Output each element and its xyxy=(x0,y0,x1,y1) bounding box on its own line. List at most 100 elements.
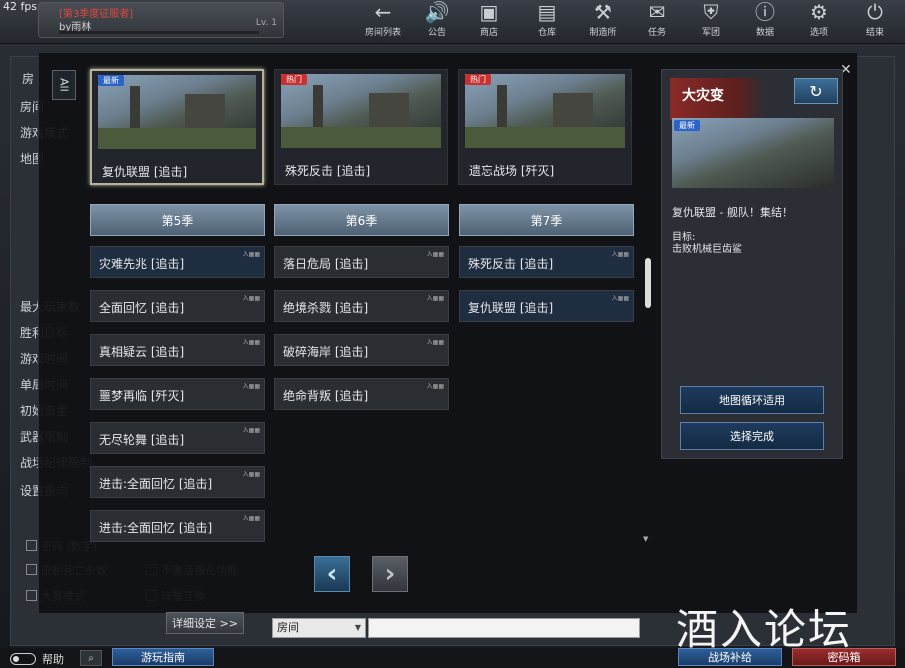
help-label: 帮助 xyxy=(42,653,64,666)
room-search-input[interactable] xyxy=(368,618,640,638)
help-toggle[interactable] xyxy=(10,653,36,665)
tab-all[interactable]: All xyxy=(52,70,76,100)
chevron-down-icon: ▼ xyxy=(354,623,361,632)
season-tab[interactable]: 第6季 xyxy=(274,204,449,236)
nav-item-5[interactable]: ✉ 任务 xyxy=(634,0,680,44)
room-type-select[interactable]: 房间 ▼ xyxy=(272,618,366,638)
fps-counter: 42 fps xyxy=(3,0,38,13)
chevron-right-icon: › xyxy=(384,559,396,589)
map-list-item[interactable]: 落日危局 [追击] 入▦▦ xyxy=(274,246,449,278)
nav-label: 选项 xyxy=(809,28,828,38)
map-list-item[interactable]: 绝命背叛 [追击] 入▦▦ xyxy=(274,378,449,410)
map-list-item-name: 进击:全面回忆 [追击] xyxy=(99,477,213,491)
goal-value: 击败机械巨齿鲨 xyxy=(672,244,742,255)
room-type-value: 房间 xyxy=(277,621,299,634)
map-preview-image: 最新 xyxy=(672,118,834,188)
featured-map-card[interactable]: 热门 遗忘战场 [歼灭] xyxy=(458,69,632,185)
player-count-badge: 入▦▦ xyxy=(426,383,444,390)
guide-button[interactable]: 游玩指南 xyxy=(112,648,214,666)
nav-item-3[interactable]: ▤ 仓库 xyxy=(524,0,570,44)
search-button[interactable]: ⌕ xyxy=(80,650,102,666)
map-list-item[interactable]: 进击:全面回忆 [追击] 入▦▦ xyxy=(90,510,265,542)
map-description: 复仇联盟 - 舰队！集结！ xyxy=(672,206,793,219)
refresh-button[interactable]: ↻ xyxy=(794,78,838,104)
nav-icon: ⚒ xyxy=(594,0,612,24)
nav-label: 任务 xyxy=(647,28,666,38)
hot-tag: 热门 xyxy=(465,74,491,85)
featured-map-card[interactable]: 最新 复仇联盟 [追击] xyxy=(90,69,264,185)
nav-icon: ⓘ xyxy=(755,0,775,24)
top-bar: 42 fps [第3季度征服者] by雨林 Lv. 1 ← 房间列表 🔊 公告 ▣ 商店 ▤… xyxy=(0,0,905,44)
scroll-down-icon[interactable]: ▼ xyxy=(643,535,648,543)
nav-item-0[interactable]: ← 房间列表 xyxy=(360,0,406,44)
map-list-item[interactable]: 绝境杀戮 [追击] 入▦▦ xyxy=(274,290,449,322)
player-count-badge: 入▦▦ xyxy=(611,251,629,258)
nav-label: 数据 xyxy=(755,28,774,38)
nav-item-4[interactable]: ⚒ 制造所 xyxy=(580,0,626,44)
map-list-item-name: 灾难先兆 [追击] xyxy=(99,257,185,271)
nav-item-9[interactable]: ⏻ 结束 xyxy=(852,0,898,44)
map-list-item[interactable]: 复仇联盟 [追击] 入▦▦ xyxy=(459,290,634,322)
setting-label: 房 xyxy=(22,72,35,86)
map-list-item[interactable]: 全面回忆 [追击] 入▦▦ xyxy=(90,290,265,322)
watermark: 酒入论坛 xyxy=(676,605,853,654)
map-list-item[interactable]: 灾难先兆 [追击] 入▦▦ xyxy=(90,246,265,278)
map-list-item[interactable]: 真相疑云 [追击] 入▦▦ xyxy=(90,334,265,366)
map-thumbnail xyxy=(98,75,256,149)
player-count-badge: 入▦▦ xyxy=(426,339,444,346)
user-info[interactable]: [第3季度征服者] by雨林 Lv. 1 xyxy=(38,2,284,38)
thumb-structure xyxy=(497,85,507,130)
map-list-item[interactable]: 殊死反击 [追击] 入▦▦ xyxy=(459,246,634,278)
player-count-badge: 入▦▦ xyxy=(242,515,260,522)
player-count-badge: 入▦▦ xyxy=(242,427,260,434)
nav-item-7[interactable]: ⓘ 数据 xyxy=(742,0,788,44)
map-list-item[interactable]: 噩梦再临 [歼灭] 入▦▦ xyxy=(90,378,265,410)
thumb-structure xyxy=(553,92,593,130)
user-exp-bar xyxy=(59,31,259,34)
nav-icon: ⛨ xyxy=(703,0,719,24)
map-cycle-button[interactable]: 地图循环适用 xyxy=(680,386,824,414)
map-thumbnail xyxy=(465,74,625,148)
select-done-button[interactable]: 选择完成 xyxy=(680,422,824,450)
season-tab[interactable]: 第7季 xyxy=(459,204,634,236)
featured-map-card[interactable]: 热门 殊死反击 [追击] xyxy=(274,69,448,185)
map-list-item-name: 殊死反击 [追击] xyxy=(468,257,554,271)
nav-label: 公告 xyxy=(427,28,446,38)
map-list-item-name: 噩梦再临 [歼灭] xyxy=(99,389,185,403)
nav-label: 房间列表 xyxy=(364,28,401,38)
detail-settings-button[interactable]: 详细设定 >> xyxy=(166,612,244,634)
player-count-badge: 入▦▦ xyxy=(242,339,260,346)
map-title: 大灾变 xyxy=(682,88,724,104)
map-name: 复仇联盟 [追击] xyxy=(102,165,188,179)
map-info-panel: 大灾变 ↻ 最新 复仇联盟 - 舰队！集结！ 目标: 击败机械巨齿鲨 地图循环适… xyxy=(661,69,843,459)
nav-item-2[interactable]: ▣ 商店 xyxy=(466,0,512,44)
map-list-item-name: 落日危局 [追击] xyxy=(283,257,369,271)
new-tag: 最新 xyxy=(674,120,700,131)
map-list-item[interactable]: 进击:全面回忆 [追击] 入▦▦ xyxy=(90,466,265,498)
player-count-badge: 入▦▦ xyxy=(242,383,260,390)
map-thumbnail xyxy=(281,74,441,148)
player-count-badge: 入▦▦ xyxy=(242,471,260,478)
thumb-ground xyxy=(98,128,256,149)
player-count-badge: 入▦▦ xyxy=(426,295,444,302)
map-list-item-name: 全面回忆 [追击] xyxy=(99,301,185,315)
chevron-left-icon: ‹ xyxy=(326,559,338,589)
thumb-ground xyxy=(281,127,441,148)
map-list-item[interactable]: 无尽轮舞 [追击] 入▦▦ xyxy=(90,422,265,454)
season-tab[interactable]: 第5季 xyxy=(90,204,265,236)
map-list-item-name: 绝境杀戮 [追击] xyxy=(283,301,369,315)
map-list-item[interactable]: 破碎海岸 [追击] 入▦▦ xyxy=(274,334,449,366)
nav-item-8[interactable]: ⚙ 选项 xyxy=(796,0,842,44)
nav-item-6[interactable]: ⛨ 军团 xyxy=(688,0,734,44)
list-scroll-thumb[interactable] xyxy=(645,258,651,308)
map-list-item-name: 复仇联盟 [追击] xyxy=(468,301,554,315)
map-list-item-name: 真相疑云 [追击] xyxy=(99,345,185,359)
nav-icon: ← xyxy=(374,0,392,24)
prev-page-button[interactable]: ‹ xyxy=(314,556,350,592)
next-page-button[interactable]: › xyxy=(372,556,408,592)
game-screen: 42 fps [第3季度征服者] by雨林 Lv. 1 ← 房间列表 🔊 公告 ▣ 商店 ▤… xyxy=(0,0,905,668)
search-icon: ⌕ xyxy=(88,652,94,664)
nav-item-1[interactable]: 🔊 公告 xyxy=(414,0,460,44)
thumb-structure xyxy=(369,92,409,130)
nav-icon: ✉ xyxy=(648,0,666,24)
